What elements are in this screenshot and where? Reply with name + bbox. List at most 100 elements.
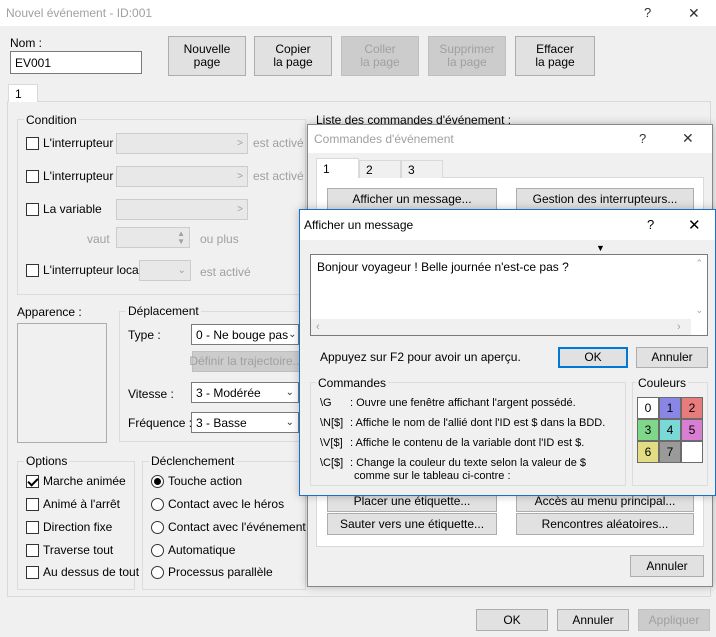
appearance-label: Apparence : xyxy=(17,305,82,319)
commands-tab-1[interactable]: 1 xyxy=(316,158,359,178)
scroll-right-icon[interactable]: › xyxy=(677,321,681,333)
paste-page-button[interactable]: Coller la page xyxy=(341,36,419,76)
direction-fix-checkbox[interactable]: Direction fixe xyxy=(26,520,112,534)
switch2-checkbox[interactable]: L'interrupteur xyxy=(26,169,113,183)
define-route-button[interactable]: Définir la trajectoire... xyxy=(189,351,303,372)
type-select[interactable]: 0 - Ne bouge pas ⌄ xyxy=(191,324,299,345)
trigger-parallel-dot[interactable] xyxy=(151,565,164,579)
switch2-box[interactable] xyxy=(26,169,39,183)
switch1-select[interactable]: > xyxy=(116,133,248,154)
commands-tab-2[interactable]: 2 xyxy=(359,160,401,178)
message-window-title: Afficher un message xyxy=(304,218,414,232)
name-input[interactable]: EV001 xyxy=(10,51,142,74)
stepping-anim-label: Animé à l'arrêt xyxy=(43,497,120,511)
direction-fix-box[interactable] xyxy=(26,520,39,534)
scroll-up-icon[interactable]: ⌃ xyxy=(695,258,703,269)
message-cancel-button[interactable]: Annuler xyxy=(636,347,708,368)
preview-hint: Appuyez sur F2 pour avoir un aperçu. xyxy=(320,350,521,364)
color-swatch-3: 3 xyxy=(637,419,659,441)
color-swatch-7: 7 xyxy=(659,441,681,463)
on-top-checkbox[interactable]: Au dessus de tout xyxy=(26,565,139,579)
through-checkbox[interactable]: Traverse tout xyxy=(26,543,113,557)
stepping-anim-box[interactable] xyxy=(26,497,39,511)
switch1-checkbox[interactable]: L'interrupteur xyxy=(26,136,113,150)
variable-box[interactable] xyxy=(26,202,39,216)
stepping-anim-checkbox[interactable]: Animé à l'arrêt xyxy=(26,497,120,511)
speed-label: Vitesse : xyxy=(128,387,174,401)
speed-select[interactable]: 3 - Modérée ⌄ xyxy=(191,382,299,403)
commands-cancel-button[interactable]: Annuler xyxy=(630,555,704,577)
clear-page-button[interactable]: Effacer la page xyxy=(515,36,595,76)
switch2-select[interactable]: > xyxy=(116,166,248,187)
scroll-down-icon[interactable]: ⌄ xyxy=(695,305,703,316)
color-swatch-4: 4 xyxy=(659,419,681,441)
copy-page-button[interactable]: Copier la page xyxy=(254,36,332,76)
trigger-autorun-label: Automatique xyxy=(168,543,236,557)
frequency-select[interactable]: 3 - Basse ⌄ xyxy=(191,412,299,433)
type-label: Type : xyxy=(128,328,161,342)
message-help-button[interactable]: ? xyxy=(647,217,654,232)
walking-anim-checkbox[interactable]: Marche animée xyxy=(26,474,126,488)
color-swatch-6-label: 6 xyxy=(644,445,652,459)
jump-label-button[interactable]: Sauter vers une étiquette... xyxy=(327,513,497,535)
color-swatch-7-label: 7 xyxy=(666,445,674,459)
movement-title: Déplacement xyxy=(126,304,201,318)
message-ok-button[interactable]: OK xyxy=(558,347,628,368)
trigger-player-touch-dot[interactable] xyxy=(151,497,164,511)
cmd-n-code: \N[$] xyxy=(320,417,344,429)
delete-page-button[interactable]: Supprimer la page xyxy=(428,36,506,76)
trigger-player-touch-radio[interactable]: Contact avec le héros xyxy=(151,497,284,511)
on-top-box[interactable] xyxy=(26,565,39,579)
trigger-action-radio[interactable]: Touche action xyxy=(151,474,242,488)
message-textarea[interactable]: Bonjour voyageur ! Belle journée n'est-c… xyxy=(310,254,708,336)
show-message-button[interactable]: Afficher un message... xyxy=(327,188,497,210)
trigger-action-dot[interactable] xyxy=(151,474,164,488)
walking-anim-box[interactable] xyxy=(26,474,39,488)
scroll-left-icon[interactable]: ‹ xyxy=(316,321,320,333)
value-label: vaut xyxy=(87,232,110,246)
main-help-button[interactable]: ? xyxy=(644,5,651,20)
trigger-parallel-radio[interactable]: Processus parallèle xyxy=(151,565,273,579)
message-close-button[interactable]: ✕ xyxy=(688,216,701,234)
commands-tab-3[interactable]: 3 xyxy=(401,160,443,178)
trigger-autorun-radio[interactable]: Automatique xyxy=(151,543,235,557)
value-spinner[interactable]: ▲ ▼ xyxy=(116,227,190,248)
main-close-button[interactable]: ✕ xyxy=(688,5,700,22)
cmd-v-code: \V[$] xyxy=(320,437,343,449)
switches-button[interactable]: Gestion des interrupteurs... xyxy=(516,188,694,210)
variable-select[interactable]: > xyxy=(116,199,248,220)
trigger-autorun-dot[interactable] xyxy=(151,543,164,557)
local-switch-select[interactable]: ⌄ xyxy=(139,260,191,281)
main-ok-button[interactable]: OK xyxy=(476,609,548,631)
new-page-button[interactable]: Nouvelle page xyxy=(168,36,246,76)
local-active-label: est activé xyxy=(200,265,251,279)
color-swatch-4-label: 4 xyxy=(666,423,674,437)
variable-checkbox[interactable]: La variable xyxy=(26,202,102,216)
trigger-player-touch-label: Contact avec le héros xyxy=(168,497,285,511)
color-swatch-5: 5 xyxy=(681,419,703,441)
condition-title: Condition xyxy=(24,113,79,127)
scrollbar-horizontal[interactable] xyxy=(311,319,691,335)
local-switch-checkbox[interactable]: L'interrupteur local xyxy=(26,263,141,277)
commands-help-button[interactable]: ? xyxy=(639,131,646,146)
main-apply-button[interactable]: Appliquer xyxy=(638,609,710,631)
commands-close-button[interactable]: ✕ xyxy=(682,130,694,147)
switch2-active-label: est activé xyxy=(253,169,304,183)
page-tab-1[interactable]: 1 xyxy=(8,84,38,102)
through-box[interactable] xyxy=(26,543,39,557)
local-switch-box[interactable] xyxy=(26,263,39,277)
main-cancel-button[interactable]: Annuler xyxy=(557,609,629,631)
cmd-c-desc-2: comme sur le tableau ci-contre : xyxy=(354,470,511,482)
commands-titlebar: Commandes d'événement xyxy=(308,125,712,153)
encounters-button[interactable]: Rencontres aléatoires... xyxy=(516,513,694,535)
trigger-event-touch-dot[interactable] xyxy=(151,520,164,534)
frequency-label: Fréquence : xyxy=(128,416,193,430)
trigger-event-touch-radio[interactable]: Contact avec l'événement xyxy=(151,520,306,534)
color-swatch-5-label: 5 xyxy=(688,423,696,437)
appearance-preview[interactable] xyxy=(17,323,107,443)
commands-window-title: Commandes d'événement xyxy=(314,132,454,146)
trigger-title: Déclenchement xyxy=(149,454,237,468)
color-swatch-8 xyxy=(681,441,703,463)
cmd-n-desc: : Affiche le nom de l'allié dont l'ID es… xyxy=(350,417,606,429)
switch1-box[interactable] xyxy=(26,136,39,150)
